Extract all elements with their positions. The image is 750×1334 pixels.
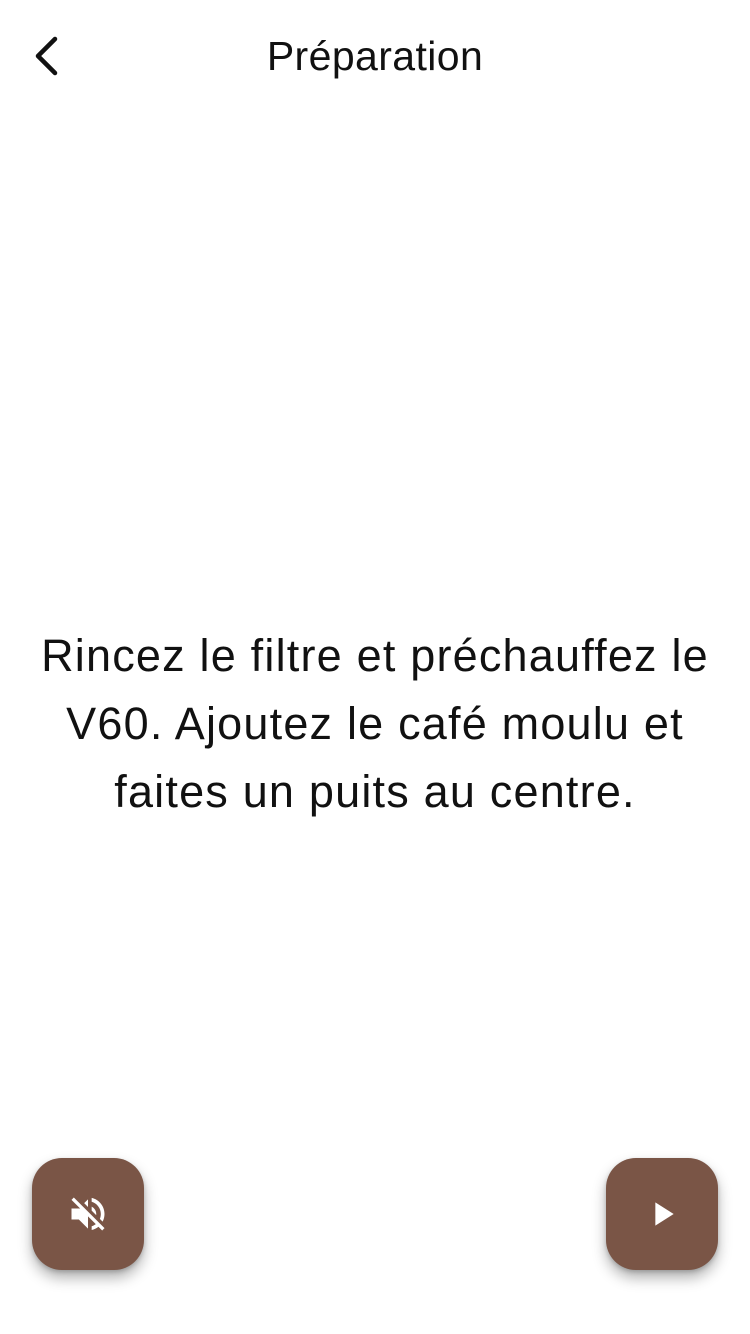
mute-toggle-button[interactable]: [32, 1158, 144, 1270]
volume-off-icon: [71, 1197, 105, 1231]
play-icon: [655, 1202, 674, 1226]
step-instruction: Rincez le filtre et préchauffez le V60. …: [41, 630, 709, 817]
play-button[interactable]: [606, 1158, 718, 1270]
navigation-bar: Préparation: [0, 0, 750, 112]
page-title: Préparation: [266, 33, 484, 79]
